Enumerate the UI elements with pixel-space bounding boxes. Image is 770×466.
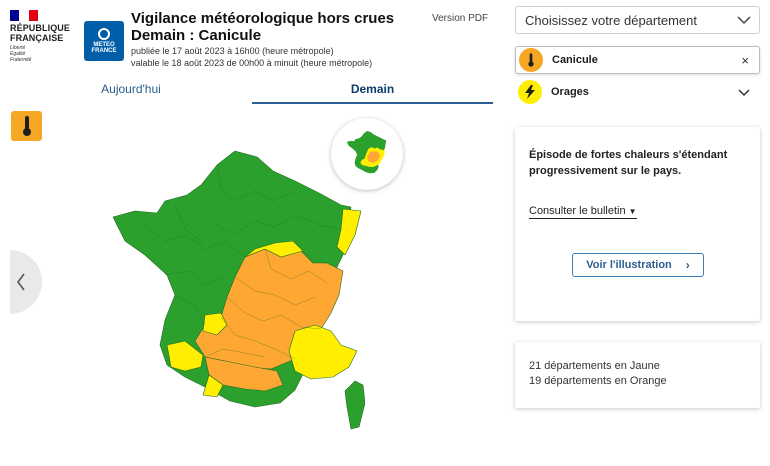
chevron-down-icon bbox=[737, 16, 751, 25]
chevron-left-icon bbox=[17, 273, 25, 291]
chevron-down-icon[interactable] bbox=[738, 85, 750, 100]
meteo-france-name: METEO FRANCE bbox=[91, 42, 117, 54]
validity-date: valable le 18 août 2023 de 00h00 à minui… bbox=[131, 58, 373, 68]
thermometer-icon bbox=[519, 48, 543, 72]
vigilance-page: RÉPUBLIQUE FRANÇAISE Liberté Égalité Fra… bbox=[0, 0, 770, 466]
rf-motto: Liberté Égalité Fraternité bbox=[10, 45, 32, 63]
view-illustration-label: Voir l'illustration bbox=[586, 259, 672, 271]
republique-francaise-logo[interactable]: RÉPUBLIQUE FRANÇAISE Liberté Égalité Fra… bbox=[10, 10, 78, 63]
published-date: publiée le 17 août 2023 à 16h00 (heure m… bbox=[131, 46, 334, 56]
hazard-canicule[interactable]: Canicule × bbox=[515, 46, 760, 74]
hazard-orages-label: Orages bbox=[551, 86, 589, 98]
count-yellow: 21 départements en Jaune bbox=[529, 360, 660, 372]
previous-button[interactable] bbox=[10, 250, 42, 314]
rf-title: RÉPUBLIQUE FRANÇAISE bbox=[10, 23, 71, 43]
close-icon[interactable]: × bbox=[741, 53, 749, 68]
tab-today[interactable]: Aujourd'hui bbox=[10, 82, 252, 104]
mini-france-map bbox=[346, 130, 387, 174]
bulletin-link-label: Consulter le bulletin bbox=[529, 205, 626, 217]
hazard-orages[interactable]: Orages bbox=[515, 78, 760, 106]
hazard-canicule-label: Canicule bbox=[552, 54, 598, 66]
lightning-icon bbox=[518, 80, 542, 104]
france-vigilance-map[interactable] bbox=[105, 145, 365, 435]
french-flag-icon bbox=[10, 10, 38, 21]
view-illustration-button[interactable]: Voir l'illustration › bbox=[572, 253, 704, 277]
meteo-france-mark-icon bbox=[98, 28, 110, 40]
episode-card: Épisode de fortes chaleurs s'étendant pr… bbox=[515, 127, 760, 321]
mini-map[interactable] bbox=[331, 118, 403, 190]
map-zone-corsica[interactable] bbox=[344, 380, 365, 430]
caret-down-icon: ▼ bbox=[628, 207, 637, 216]
department-select-value: Choisissez votre département bbox=[525, 13, 697, 28]
bulletin-dropdown[interactable]: Consulter le bulletin ▼ bbox=[529, 205, 637, 219]
chevron-right-icon: › bbox=[685, 258, 690, 272]
page-title: Vigilance météorologique hors crues Dema… bbox=[131, 10, 395, 44]
map-zone-southeast-yellow[interactable] bbox=[288, 324, 358, 380]
meteo-france-logo[interactable]: METEO FRANCE bbox=[84, 21, 124, 61]
episode-description: Épisode de fortes chaleurs s'étendant pr… bbox=[529, 149, 728, 177]
department-select[interactable]: Choisissez votre département bbox=[515, 6, 760, 34]
department-count-card: 21 départements en Jaune 19 départements… bbox=[515, 342, 760, 408]
pdf-version-link[interactable]: Version PDF bbox=[432, 13, 488, 24]
tab-tomorrow[interactable]: Demain bbox=[252, 82, 493, 104]
canicule-level-badge bbox=[11, 111, 42, 141]
thermometer-icon bbox=[22, 116, 31, 136]
count-orange: 19 départements en Orange bbox=[529, 375, 667, 387]
